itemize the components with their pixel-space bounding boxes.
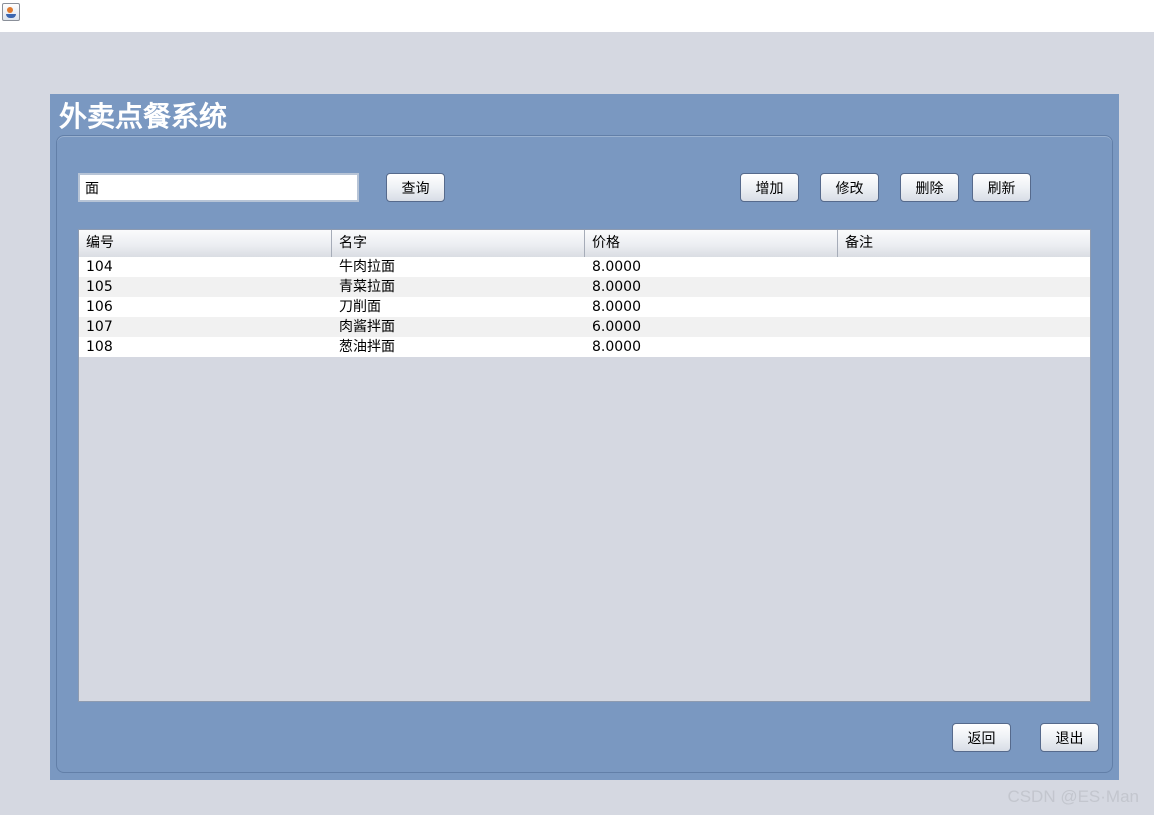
table-row[interactable]: 104 牛肉拉面 8.0000 [79, 257, 1090, 277]
window-titlebar [0, 0, 1154, 32]
cell-price: 8.0000 [592, 279, 641, 295]
table-row[interactable]: 105 青菜拉面 8.0000 [79, 277, 1090, 297]
table-row[interactable]: 106 刀削面 8.0000 [79, 297, 1090, 317]
cell-id: 108 [86, 339, 113, 355]
cell-note [838, 277, 1090, 297]
refresh-button[interactable]: 刷新 [972, 173, 1031, 202]
delete-button[interactable]: 删除 [900, 173, 959, 202]
cell-note [838, 297, 1090, 317]
cell-note [838, 337, 1090, 357]
cell-name: 葱油拌面 [339, 339, 395, 355]
cell-name: 刀削面 [339, 299, 381, 315]
cell-name: 青菜拉面 [339, 279, 395, 295]
search-input[interactable] [78, 173, 359, 202]
cell-name: 牛肉拉面 [339, 259, 395, 275]
table-header: 编号 名字 价格 备注 [79, 230, 1090, 257]
table-body: 104 牛肉拉面 8.0000 105 青菜拉面 8.0000 106 刀削面 … [79, 257, 1090, 357]
cell-note [838, 257, 1090, 277]
table-row[interactable]: 107 肉酱拌面 6.0000 [79, 317, 1090, 337]
cell-price: 8.0000 [592, 299, 641, 315]
table-row[interactable]: 108 葱油拌面 8.0000 [79, 337, 1090, 357]
cell-id: 105 [86, 279, 113, 295]
query-button[interactable]: 查询 [386, 173, 445, 202]
edit-button[interactable]: 修改 [820, 173, 879, 202]
cell-id: 107 [86, 319, 113, 335]
watermark: CSDN @ES·Man [1007, 787, 1139, 806]
dish-table[interactable]: 编号 名字 价格 备注 104 牛肉拉面 8.0000 105 青菜拉面 8.0… [78, 229, 1091, 702]
column-header-name[interactable]: 名字 [332, 230, 585, 257]
cell-id: 106 [86, 299, 113, 315]
back-button[interactable]: 返回 [952, 723, 1011, 752]
cell-price: 6.0000 [592, 319, 641, 335]
add-button[interactable]: 增加 [740, 173, 799, 202]
cell-price: 8.0000 [592, 339, 641, 355]
app-title: 外卖点餐系统 [59, 100, 228, 133]
cell-note [838, 317, 1090, 337]
cell-price: 8.0000 [592, 259, 641, 275]
column-header-note[interactable]: 备注 [838, 230, 1090, 257]
cell-name: 肉酱拌面 [339, 319, 395, 335]
column-header-id[interactable]: 编号 [79, 230, 332, 257]
exit-button[interactable]: 退出 [1040, 723, 1099, 752]
column-header-price[interactable]: 价格 [585, 230, 838, 257]
java-app-icon[interactable] [2, 3, 20, 21]
cell-id: 104 [86, 259, 113, 275]
